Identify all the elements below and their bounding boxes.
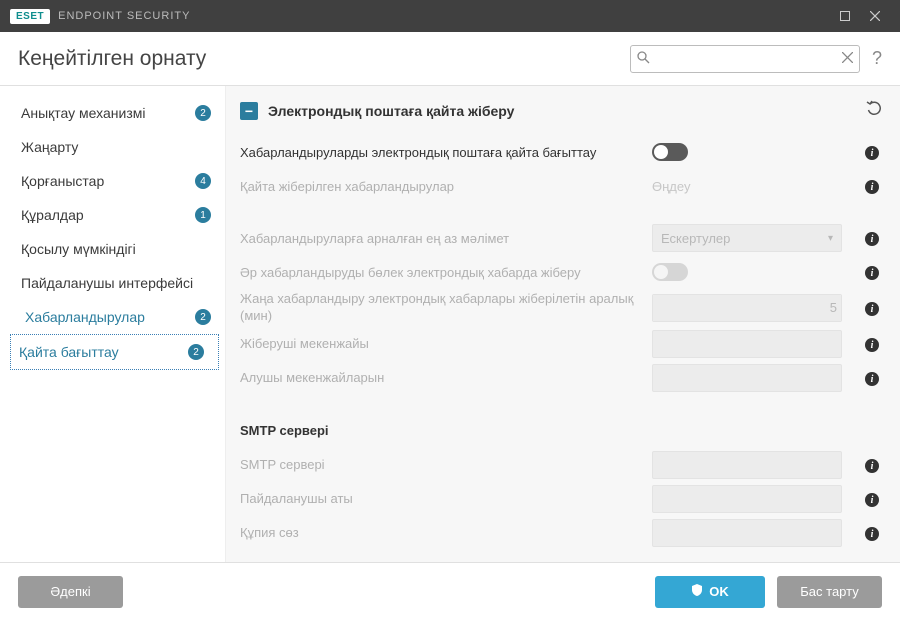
search-input[interactable] <box>656 51 836 66</box>
row-forward-toggle: Хабарландыруларды электрондық поштаға қа… <box>240 135 882 169</box>
collapse-section-icon[interactable]: − <box>240 102 258 120</box>
sidebar-item-update[interactable]: Жаңарту <box>0 130 225 164</box>
window-maximize-icon[interactable] <box>830 6 860 26</box>
edit-link: Өңдеу <box>652 179 690 194</box>
sidebar-item-label: Пайдаланушы интерфейсі <box>21 275 211 291</box>
sidebar-item-label: Анықтау механизмі <box>21 105 189 121</box>
info-icon[interactable]: i <box>862 336 882 353</box>
info-icon[interactable]: i <box>862 370 882 387</box>
info-icon[interactable]: i <box>862 144 882 161</box>
brand: ESET ENDPOINT SECURITY <box>10 9 190 24</box>
smtp-username-input <box>652 485 842 513</box>
sidebar-item-label: Қайта бағыттау <box>19 344 182 360</box>
row-sender: Жіберуші мекенжайы i <box>240 327 882 361</box>
titlebar: ESET ENDPOINT SECURITY <box>0 0 900 32</box>
row-label: Жіберуші мекенжайы <box>240 336 642 351</box>
row-label: Хабарландыруларды электрондық поштаға қа… <box>240 145 642 160</box>
help-button[interactable]: ? <box>872 48 882 69</box>
search-icon <box>637 51 650 67</box>
row-smtp-password: Құпия сөз i <box>240 516 882 550</box>
badge: 2 <box>188 344 204 360</box>
product-name: ENDPOINT SECURITY <box>58 10 190 22</box>
row-interval: Жаңа хабарландыру электрондық хабарлары … <box>240 289 882 327</box>
footer: Әдепкі OK Бас тарту <box>0 562 900 620</box>
info-icon[interactable]: i <box>862 178 882 195</box>
chevron-down-icon: ▾ <box>828 233 833 244</box>
badge: 2 <box>195 105 211 121</box>
interval-stepper: ▲ ▼ <box>652 294 842 322</box>
sidebar-item-forwarding[interactable]: Қайта бағыттау 2 <box>10 334 219 370</box>
ok-button[interactable]: OK <box>655 576 765 608</box>
cancel-button[interactable]: Бас тарту <box>777 576 882 608</box>
sidebar: Анықтау механизмі 2 Жаңарту Қорғаныстар … <box>0 86 225 562</box>
row-label: Жаңа хабарландыру электрондық хабарлары … <box>240 291 642 325</box>
sender-input <box>652 330 842 358</box>
row-recipients: Алушы мекенжайларын i <box>240 361 882 395</box>
smtp-heading: SMTP сервері <box>240 423 882 438</box>
row-label: Әр хабарландыруды бөлек электрондық хаба… <box>240 265 642 280</box>
interval-input <box>653 295 842 321</box>
sidebar-item-ui[interactable]: Пайдаланушы интерфейсі <box>0 266 225 300</box>
sidebar-item-tools[interactable]: Құралдар 1 <box>0 198 225 232</box>
sidebar-item-label: Қорғаныстар <box>21 173 189 189</box>
row-label: Алушы мекенжайларын <box>240 370 642 385</box>
badge: 2 <box>195 309 211 325</box>
ok-label: OK <box>709 584 729 599</box>
row-label: SMTP сервері <box>240 457 642 472</box>
shield-icon <box>691 584 703 599</box>
sidebar-item-label: Жаңарту <box>21 139 211 155</box>
row-smtp-server: SMTP сервері i <box>240 448 882 482</box>
row-label: Қайта жіберілген хабарландырулар <box>240 179 642 194</box>
window-close-icon[interactable] <box>860 6 890 26</box>
info-icon[interactable]: i <box>862 491 882 508</box>
info-icon[interactable]: i <box>862 300 882 317</box>
row-resent-notifications: Қайта жіберілген хабарландырулар Өңдеу i <box>240 169 882 203</box>
sidebar-item-notifications[interactable]: Хабарландырулар 2 <box>4 300 225 334</box>
smtp-server-input <box>652 451 842 479</box>
min-info-select: Ескертулер ▾ <box>652 224 842 252</box>
clear-search-icon[interactable] <box>842 51 853 66</box>
info-icon[interactable]: i <box>862 230 882 247</box>
row-smtp-username: Пайдаланушы аты i <box>240 482 882 516</box>
sidebar-item-detection-engine[interactable]: Анықтау механизмі 2 <box>0 96 225 130</box>
sidebar-item-connectivity[interactable]: Қосылу мүмкіндігі <box>0 232 225 266</box>
sidebar-item-label: Құралдар <box>21 207 189 223</box>
content-pane: − Электрондық поштаға қайта жіберу Хабар… <box>225 86 900 562</box>
sidebar-item-label: Хабарландырулар <box>25 309 189 325</box>
row-label: Құпия сөз <box>240 525 642 540</box>
info-icon[interactable]: i <box>862 525 882 542</box>
default-button[interactable]: Әдепкі <box>18 576 123 608</box>
eset-logo: ESET <box>10 9 50 24</box>
undo-icon[interactable] <box>866 100 882 121</box>
smtp-password-input <box>652 519 842 547</box>
info-icon[interactable]: i <box>862 264 882 281</box>
row-min-info: Хабарландыруларға арналған ең аз мәлімет… <box>240 221 882 255</box>
select-value: Ескертулер <box>661 231 730 246</box>
badge: 4 <box>195 173 211 189</box>
sidebar-item-protections[interactable]: Қорғаныстар 4 <box>0 164 225 198</box>
page-title: Кеңейтілген орнату <box>18 47 206 71</box>
row-label: Пайдаланушы аты <box>240 491 642 506</box>
row-label: Хабарландыруларға арналған ең аз мәлімет <box>240 231 642 246</box>
row-send-separate: Әр хабарландыруды бөлек электрондық хаба… <box>240 255 882 289</box>
search-box[interactable] <box>630 45 860 73</box>
badge: 1 <box>195 207 211 223</box>
forward-email-toggle[interactable] <box>652 143 688 161</box>
section-title: Электрондық поштаға қайта жіберу <box>268 103 856 119</box>
send-separate-toggle <box>652 263 688 281</box>
header: Кеңейтілген орнату ? <box>0 32 900 86</box>
sidebar-item-label: Қосылу мүмкіндігі <box>21 241 211 257</box>
info-icon[interactable]: i <box>862 457 882 474</box>
recipients-input <box>652 364 842 392</box>
